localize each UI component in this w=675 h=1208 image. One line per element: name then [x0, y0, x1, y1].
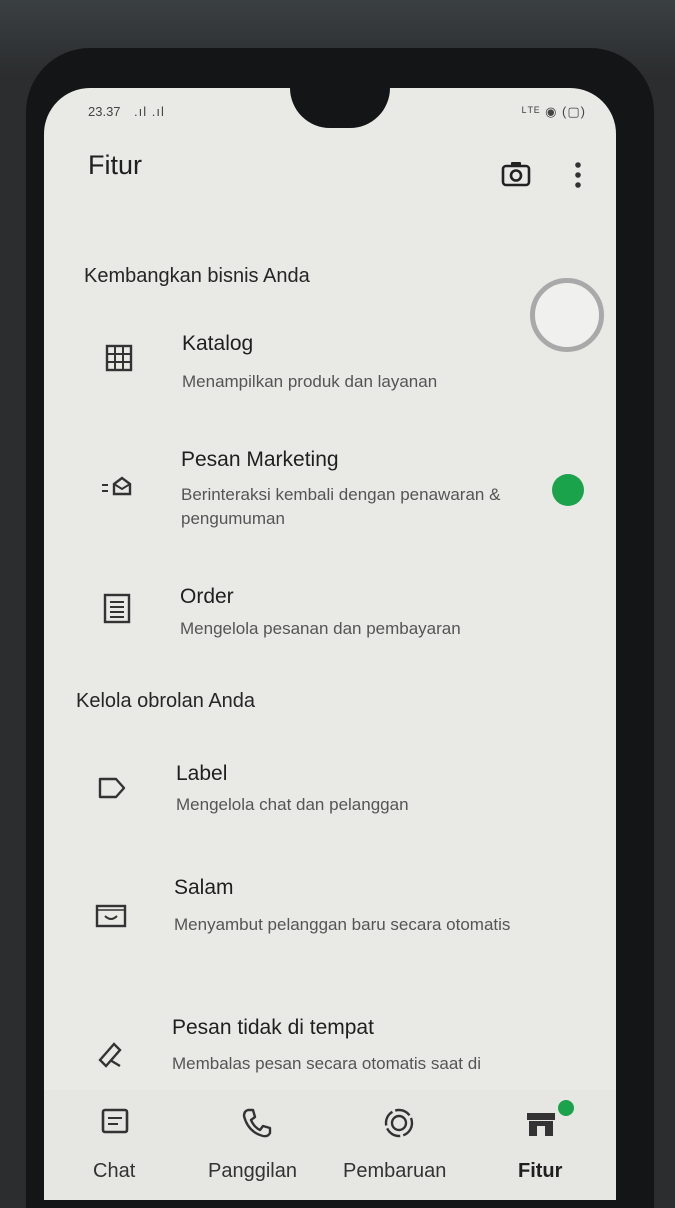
item-subtitle: Menyambut pelanggan baru secara otomatis — [174, 915, 511, 934]
item-subtitle: Menampilkan produk dan layanan — [182, 372, 438, 391]
item-subtitle: Mengelola chat dan pelanggan — [176, 795, 409, 814]
item-title: Katalog — [182, 332, 254, 355]
nav-label: Panggilan — [208, 1160, 297, 1182]
new-badge-dot — [552, 474, 584, 506]
megaphone-icon — [100, 472, 132, 504]
status-right-icons: ᴸᵀᴱ ◉ (▢) — [521, 104, 586, 119]
page-title: Fitur — [88, 150, 142, 180]
camera-icon[interactable] — [500, 160, 532, 188]
away-icon — [94, 1038, 126, 1070]
chat-icon — [99, 1106, 133, 1140]
section-title-business: Kembangkan bisnis Anda — [84, 265, 310, 287]
status-time: 23.37 — [88, 104, 121, 119]
item-title: Order — [180, 585, 234, 608]
item-title: Label — [176, 762, 228, 785]
item-subtitle: Mengelola pesanan dan pembayaran — [180, 619, 461, 638]
status-bar: 23.37 .ıl .ıl ᴸᵀᴱ ◉ (▢) — [88, 104, 608, 126]
signal-icon: .ıl .ıl — [134, 104, 165, 119]
item-subtitle: Berinteraksi kembali dengan penawaran & … — [181, 485, 501, 528]
nav-label: Chat — [93, 1160, 136, 1182]
receipt-icon — [101, 592, 133, 624]
grid-icon — [103, 342, 135, 374]
item-subtitle: Membalas pesan secara otomatis saat di — [172, 1054, 481, 1073]
label-icon — [96, 772, 128, 804]
notification-dot — [558, 1100, 574, 1116]
greeting-icon — [94, 900, 127, 932]
updates-icon — [382, 1106, 416, 1140]
store-icon — [524, 1108, 558, 1142]
more-vert-icon[interactable] — [566, 160, 590, 190]
nav-label: Pembaruan — [343, 1160, 447, 1182]
item-title: Pesan Marketing — [181, 448, 339, 471]
phone-icon — [240, 1106, 274, 1140]
section-title-chats: Kelola obrolan Anda — [76, 690, 256, 712]
nav-label: Fitur — [518, 1160, 563, 1182]
floating-assistive-button[interactable] — [530, 278, 604, 352]
item-title: Salam — [174, 876, 234, 899]
item-title: Pesan tidak di tempat — [172, 1016, 374, 1039]
